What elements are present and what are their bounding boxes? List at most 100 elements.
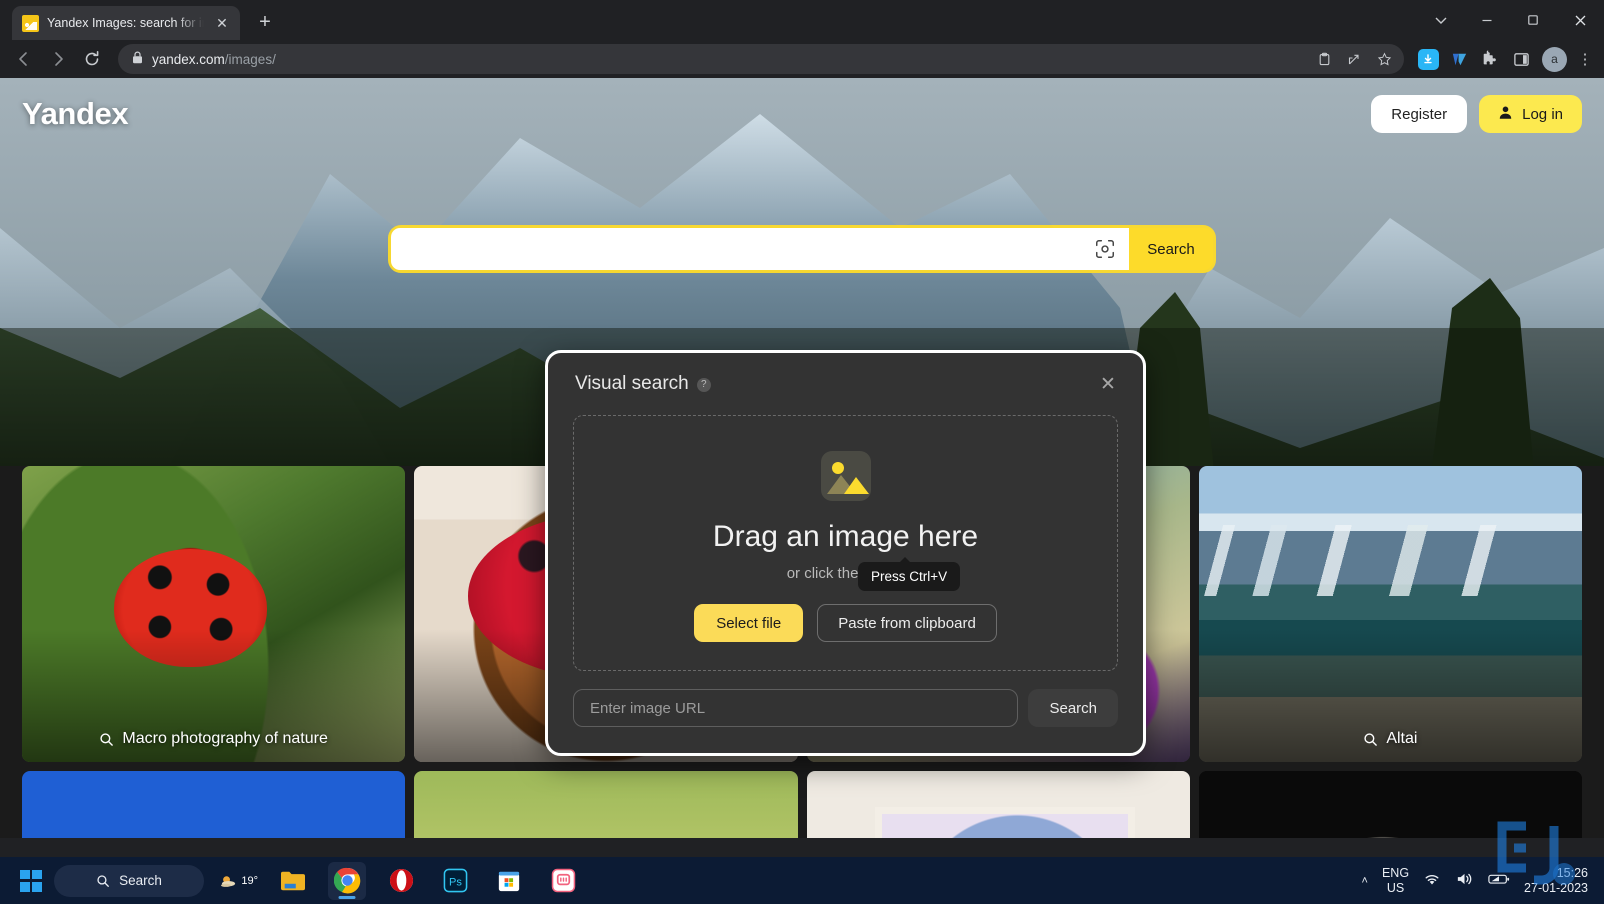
image-tile[interactable]: Macro photography of nature bbox=[22, 466, 406, 762]
microsoft-store-icon[interactable] bbox=[490, 862, 528, 900]
register-button[interactable]: Register bbox=[1371, 95, 1468, 133]
maximize-icon[interactable] bbox=[1510, 0, 1556, 40]
tile-caption-label: Altai bbox=[1386, 730, 1418, 747]
clock-date: 27-01-2023 bbox=[1524, 880, 1588, 895]
download-manager-icon[interactable] bbox=[1414, 45, 1442, 73]
tray-overflow-chevron-up-icon[interactable]: ˄ bbox=[1362, 875, 1368, 887]
browser-window: Yandex Images: search for image ✕ + bbox=[0, 0, 1604, 904]
browser-tab[interactable]: Yandex Images: search for image ✕ bbox=[12, 6, 240, 40]
search-icon bbox=[97, 874, 110, 887]
tab-search-chevron-down-icon[interactable] bbox=[1418, 0, 1464, 40]
select-file-button[interactable]: Select file bbox=[694, 604, 804, 642]
image-tile[interactable] bbox=[22, 771, 406, 838]
svg-text:Ps: Ps bbox=[449, 876, 462, 888]
google-chrome-icon[interactable] bbox=[328, 861, 366, 900]
puzzle-extensions-icon[interactable] bbox=[1476, 45, 1504, 73]
battery-icon[interactable] bbox=[1488, 872, 1510, 889]
search-field-wrapper bbox=[391, 228, 1129, 270]
taskbar-search-label: Search bbox=[119, 873, 162, 888]
omnibox-actions bbox=[1310, 45, 1398, 73]
help-icon[interactable]: ? bbox=[696, 378, 711, 392]
tile-image bbox=[22, 771, 406, 838]
search-icon bbox=[1364, 732, 1378, 746]
image-tile[interactable] bbox=[1198, 771, 1582, 838]
image-url-input[interactable] bbox=[573, 689, 1019, 727]
visual-search-title: Visual search bbox=[575, 373, 689, 394]
vimium-extension-icon[interactable] bbox=[1445, 45, 1473, 73]
image-tile[interactable] bbox=[414, 771, 798, 838]
yandex-header: Yandex Register Log in bbox=[0, 78, 1604, 150]
image-url-row: Search bbox=[573, 689, 1118, 727]
bookmark-star-icon[interactable] bbox=[1370, 45, 1398, 73]
dropzone-title: Drag an image here bbox=[712, 520, 979, 553]
person-icon bbox=[1498, 105, 1513, 124]
url-domain: yandex.com bbox=[152, 51, 225, 67]
window-close-icon[interactable] bbox=[1556, 0, 1604, 40]
image-tile[interactable]: Altai bbox=[1198, 466, 1582, 762]
taskbar-search-button[interactable]: Search bbox=[54, 864, 204, 897]
clock[interactable]: 15:26 27-01-2023 bbox=[1524, 866, 1588, 896]
tile-caption: Macro photography of nature bbox=[22, 730, 405, 748]
tile-caption-label: Macro photography of nature bbox=[122, 730, 328, 747]
system-tray: ˄ ENG US 15:26 27-01-2023 bbox=[1362, 866, 1604, 896]
visual-search-header: Visual search ? ✕ bbox=[548, 353, 1143, 415]
login-button-label: Log in bbox=[1522, 105, 1563, 123]
windows-taskbar: Search 19° Ps ˄ ENG US 15:26 27-01-2023 bbox=[0, 821, 1604, 904]
opera-icon[interactable] bbox=[382, 862, 420, 900]
window-controls bbox=[1418, 0, 1604, 40]
file-explorer-icon[interactable] bbox=[274, 862, 312, 900]
weather-widget[interactable]: 19° bbox=[220, 862, 258, 900]
side-panel-icon[interactable] bbox=[1507, 45, 1535, 73]
language-code: ENG bbox=[1381, 866, 1410, 881]
wifi-icon[interactable] bbox=[1423, 872, 1441, 890]
image-dropzone[interactable]: Drag an image here or click the button S… bbox=[573, 415, 1118, 671]
tile-image bbox=[414, 771, 798, 838]
tab-strip: Yandex Images: search for image ✕ + bbox=[0, 0, 1604, 40]
tile-image bbox=[806, 771, 1190, 838]
keyboard-layout: US bbox=[1386, 880, 1405, 895]
paste-from-clipboard-button[interactable]: Paste from clipboard bbox=[817, 604, 997, 642]
weather-temp: 19° bbox=[241, 874, 258, 887]
image-tile[interactable] bbox=[806, 771, 1190, 838]
paste-tooltip: Press Ctrl+V bbox=[858, 557, 961, 591]
tile-caption: Altai bbox=[1199, 730, 1582, 748]
search-submit-button[interactable]: Search bbox=[1129, 228, 1213, 270]
browser-toolbar: yandex.com/images/ a ⋮ bbox=[0, 40, 1604, 78]
address-bar[interactable]: yandex.com/images/ bbox=[118, 44, 1404, 74]
new-tab-button[interactable]: + bbox=[250, 7, 280, 37]
forward-icon[interactable] bbox=[42, 43, 74, 75]
image-placeholder-icon bbox=[815, 448, 877, 504]
windows-start-icon[interactable] bbox=[20, 869, 42, 892]
address-bar-url: yandex.com/images/ bbox=[152, 52, 276, 67]
browser-menu-icon[interactable]: ⋮ bbox=[1574, 50, 1596, 68]
tab-title: Yandex Images: search for image bbox=[47, 16, 204, 30]
page-content: Yandex Register Log in Search Macro phot… bbox=[0, 78, 1604, 838]
language-indicator[interactable]: ENG US bbox=[1382, 866, 1409, 895]
url-path: /images/ bbox=[224, 51, 276, 67]
app-icon[interactable] bbox=[544, 862, 582, 900]
close-icon[interactable]: ✕ bbox=[1095, 371, 1121, 397]
search-input[interactable] bbox=[409, 240, 1089, 258]
visual-search-camera-icon[interactable] bbox=[1089, 233, 1121, 265]
header-actions: Register Log in bbox=[1371, 95, 1582, 133]
tab-close-icon[interactable]: ✕ bbox=[212, 13, 232, 33]
volume-icon[interactable] bbox=[1455, 871, 1474, 890]
yandex-logo[interactable]: Yandex bbox=[22, 96, 129, 132]
clock-time: 15:26 bbox=[1556, 865, 1588, 880]
tile-image bbox=[1198, 771, 1582, 838]
taskbar-left: Search 19° Ps bbox=[0, 861, 582, 900]
photoshop-icon[interactable]: Ps bbox=[436, 862, 474, 900]
lock-icon bbox=[132, 51, 143, 67]
share-icon[interactable] bbox=[1340, 45, 1368, 73]
login-button[interactable]: Log in bbox=[1479, 95, 1582, 133]
yandex-images-favicon bbox=[22, 14, 39, 32]
visual-search-dialog: Visual search ? ✕ Drag an image here or … bbox=[545, 350, 1146, 756]
reload-icon[interactable] bbox=[76, 43, 108, 75]
url-search-button[interactable]: Search bbox=[1028, 689, 1118, 727]
yandex-search-area: Search bbox=[391, 228, 1213, 270]
minimize-icon[interactable] bbox=[1464, 0, 1510, 40]
extension-icons: a ⋮ bbox=[1414, 45, 1596, 73]
profile-avatar[interactable]: a bbox=[1542, 46, 1567, 72]
back-icon[interactable] bbox=[8, 43, 40, 75]
clipboard-icon[interactable] bbox=[1310, 45, 1338, 73]
